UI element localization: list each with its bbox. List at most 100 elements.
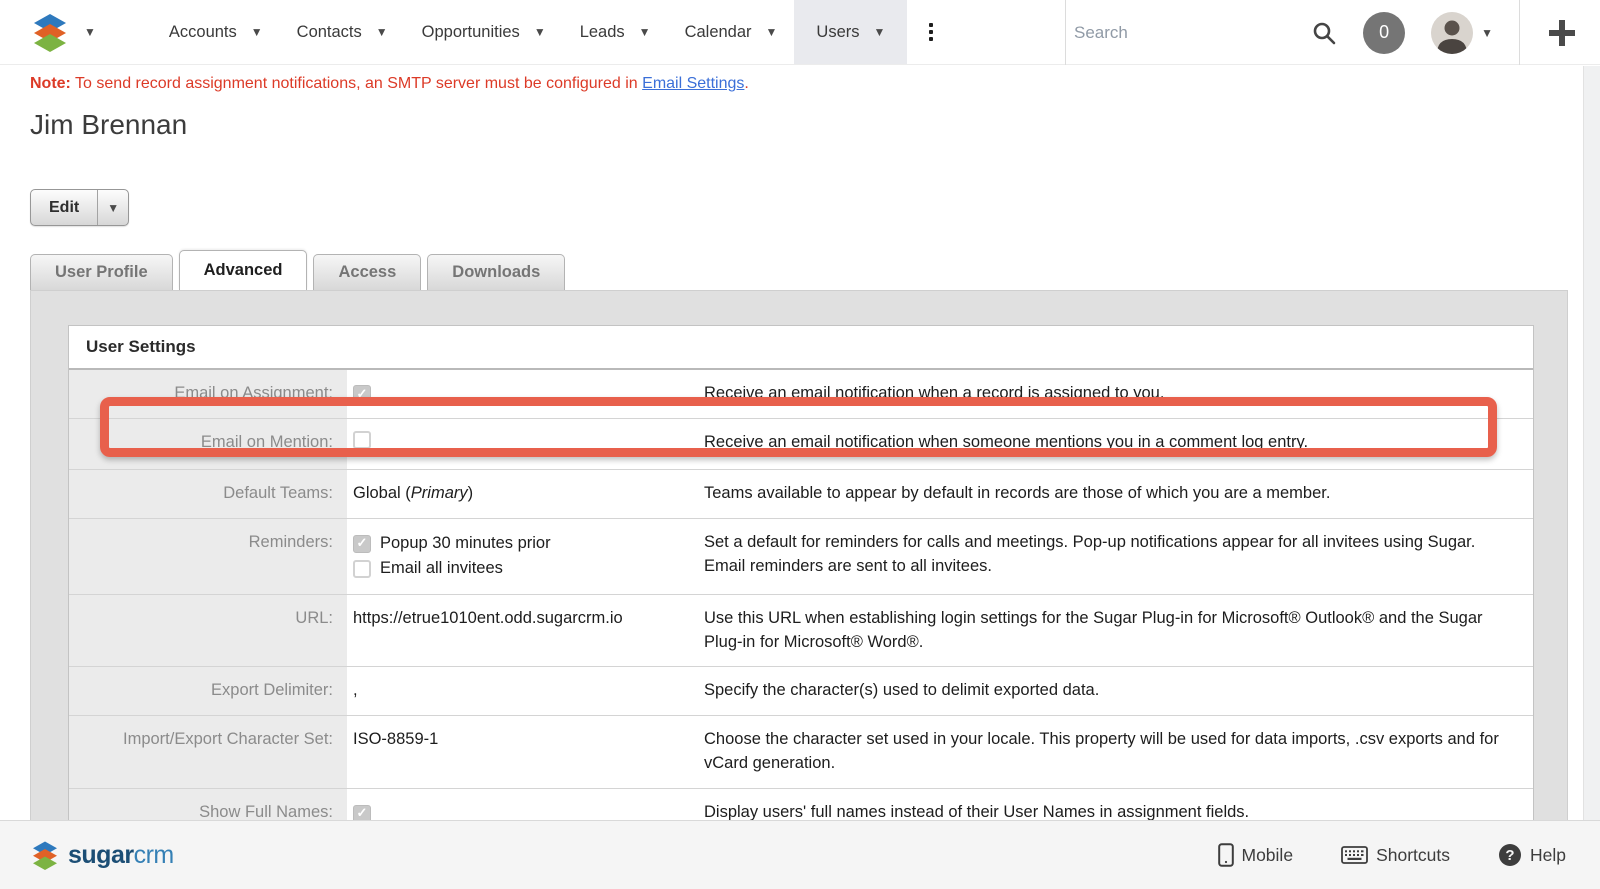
checkbox-option-label: Popup 30 minutes prior xyxy=(380,532,551,556)
chevron-down-icon: ▼ xyxy=(376,26,388,38)
row-label: Email on Assignment: xyxy=(69,370,347,418)
note-body: To send record assignment notifications,… xyxy=(71,75,642,92)
brand-crm: crm xyxy=(134,841,174,869)
search-icon[interactable] xyxy=(1311,20,1337,46)
search-region xyxy=(1065,0,1284,65)
chevron-down-icon: ▼ xyxy=(251,26,263,38)
notification-badge[interactable]: 0 xyxy=(1363,12,1405,54)
nav-item-label: Leads xyxy=(580,23,625,42)
row-value xyxy=(347,419,702,469)
row-description: Use this URL when establishing login set… xyxy=(702,595,1533,667)
tab-downloads[interactable]: Downloads xyxy=(427,254,565,290)
nav-item-label: Accounts xyxy=(169,23,237,42)
sugarcrm-cube-logo xyxy=(30,840,60,870)
row-value: ✓ Popup 30 minutes priorEmail all invitee… xyxy=(347,519,702,594)
chevron-down-icon: ▼ xyxy=(84,26,96,38)
row-label: Default Teams: xyxy=(69,470,347,518)
row-value: https://etrue1010ent.odd.sugarcrm.io xyxy=(347,595,702,667)
avatar-silhouette-icon xyxy=(1431,12,1473,54)
checkbox[interactable] xyxy=(353,560,371,578)
row-description: Specify the character(s) used to delimit… xyxy=(702,667,1533,715)
kebab-menu-icon[interactable] xyxy=(915,23,947,41)
settings-row: Default Teams:Global (Primary)Teams avai… xyxy=(69,469,1533,518)
edit-dropdown-button[interactable]: ▼ xyxy=(97,190,128,225)
nav-items: Accounts▼Contacts▼Opportunities▼Leads▼Ca… xyxy=(152,0,908,64)
footer-link-label: Mobile xyxy=(1242,845,1294,866)
nav-item-leads[interactable]: Leads ▼ xyxy=(563,0,668,64)
note-prefix: Note: xyxy=(30,75,71,92)
user-menu[interactable]: ▼ xyxy=(1431,12,1493,54)
mobile-icon xyxy=(1218,843,1234,867)
row-value: , xyxy=(347,667,702,715)
mobile-link[interactable]: Mobile xyxy=(1218,843,1294,867)
tab-label: Downloads xyxy=(452,263,540,282)
chevron-down-icon: ▼ xyxy=(639,26,651,38)
sugarcrm-cube-logo xyxy=(30,12,70,52)
user-settings-table: User Settings Email on Assignment: ✓ Recei… xyxy=(68,325,1534,838)
help-icon: ? xyxy=(1498,843,1522,867)
chevron-down-icon: ▼ xyxy=(534,26,546,38)
settings-row: Import/Export Character Set:ISO-8859-1Ch… xyxy=(69,715,1533,788)
row-description: Set a default for reminders for calls an… xyxy=(702,519,1533,594)
search-input[interactable] xyxy=(1074,23,1284,43)
row-value-text: Primary xyxy=(411,484,468,502)
tab-access[interactable]: Access xyxy=(313,254,421,290)
edit-button[interactable]: Edit xyxy=(31,190,97,225)
sugarcrm-app-window: ▼ Accounts ▼ Contacts ▼ Opportunities ▼ Leads ▼… xyxy=(0,0,1600,889)
tab-advanced[interactable]: Advanced xyxy=(179,250,308,290)
row-label: Export Delimiter: xyxy=(69,667,347,715)
scrollbar-gutter[interactable] xyxy=(1583,66,1600,820)
settings-row: Reminders: ✓ Popup 30 minutes priorEmail a… xyxy=(69,518,1533,594)
keyboard-icon xyxy=(1341,846,1368,864)
checkbox[interactable]: ✓ xyxy=(353,385,371,403)
svg-text:?: ? xyxy=(1505,847,1514,864)
checkbox[interactable]: ✓ xyxy=(353,535,371,553)
checkbox-option-label: Email all invitees xyxy=(380,557,503,581)
row-label: Email on Mention: xyxy=(69,419,347,469)
checkbox[interactable] xyxy=(353,431,371,449)
detail-tabs: User ProfileAdvanced Access Downloads xyxy=(30,250,1600,290)
row-description: Receive an email notification when someo… xyxy=(702,419,1533,469)
row-value: Global (Primary) xyxy=(347,470,702,518)
chevron-down-icon: ▼ xyxy=(107,202,119,214)
edit-split-button: Edit ▼ xyxy=(30,189,129,226)
row-label: Reminders: xyxy=(69,519,347,594)
chevron-down-icon: ▼ xyxy=(766,26,778,38)
nav-item-label: Calendar xyxy=(685,23,752,42)
nav-item-calendar[interactable]: Calendar ▼ xyxy=(668,0,795,64)
nav-item-label: Contacts xyxy=(297,23,362,42)
settings-row: Export Delimiter:,Specify the character(… xyxy=(69,666,1533,715)
advanced-tab-panel: User Settings Email on Assignment: ✓ Recei… xyxy=(30,290,1568,869)
row-value: ✓ xyxy=(347,370,702,418)
table-title: User Settings xyxy=(69,326,1533,370)
tab-label: Access xyxy=(338,263,396,282)
tab-user-profile[interactable]: User Profile xyxy=(30,254,173,290)
shortcuts-link[interactable]: Shortcuts xyxy=(1341,845,1450,866)
nav-item-contacts[interactable]: Contacts ▼ xyxy=(280,0,405,64)
avatar xyxy=(1431,12,1473,54)
row-description: Receive an email notification when a rec… xyxy=(702,370,1533,418)
navbar-right: 0 ▼ xyxy=(1311,0,1600,65)
quick-create-button[interactable] xyxy=(1546,17,1578,49)
nav-item-accounts[interactable]: Accounts ▼ xyxy=(152,0,280,64)
help-link[interactable]: ? Help xyxy=(1498,843,1566,867)
brand-sugar: sugar xyxy=(68,841,134,869)
settings-rows: Email on Assignment: ✓ Receive an email no… xyxy=(69,370,1533,837)
row-value-text: ) xyxy=(468,484,474,502)
checkbox-option: Email all invitees xyxy=(353,557,692,581)
nav-item-label: Users xyxy=(816,23,859,42)
page-title: Jim Brennan xyxy=(30,109,1600,141)
footer: sugarcrm Mobile xyxy=(0,820,1600,889)
nav-item-opportunities[interactable]: Opportunities ▼ xyxy=(405,0,563,64)
home-logo-menu[interactable]: ▼ xyxy=(30,12,96,52)
chevron-down-icon: ▼ xyxy=(874,26,886,38)
footer-link-label: Help xyxy=(1530,845,1566,866)
footer-links: Mobile Shortcuts xyxy=(1218,843,1567,867)
nav-item-users[interactable]: Users ▼ xyxy=(794,0,907,64)
navbar: ▼ Accounts ▼ Contacts ▼ Opportunities ▼ Leads ▼… xyxy=(0,0,1600,65)
smtp-note: Note: To send record assignment notifica… xyxy=(30,75,1600,93)
settings-row: Email on Assignment: ✓ Receive an email no… xyxy=(69,370,1533,418)
email-settings-link[interactable]: Email Settings xyxy=(642,75,744,92)
divider xyxy=(1519,0,1520,65)
nav-item-label: Opportunities xyxy=(422,23,520,42)
